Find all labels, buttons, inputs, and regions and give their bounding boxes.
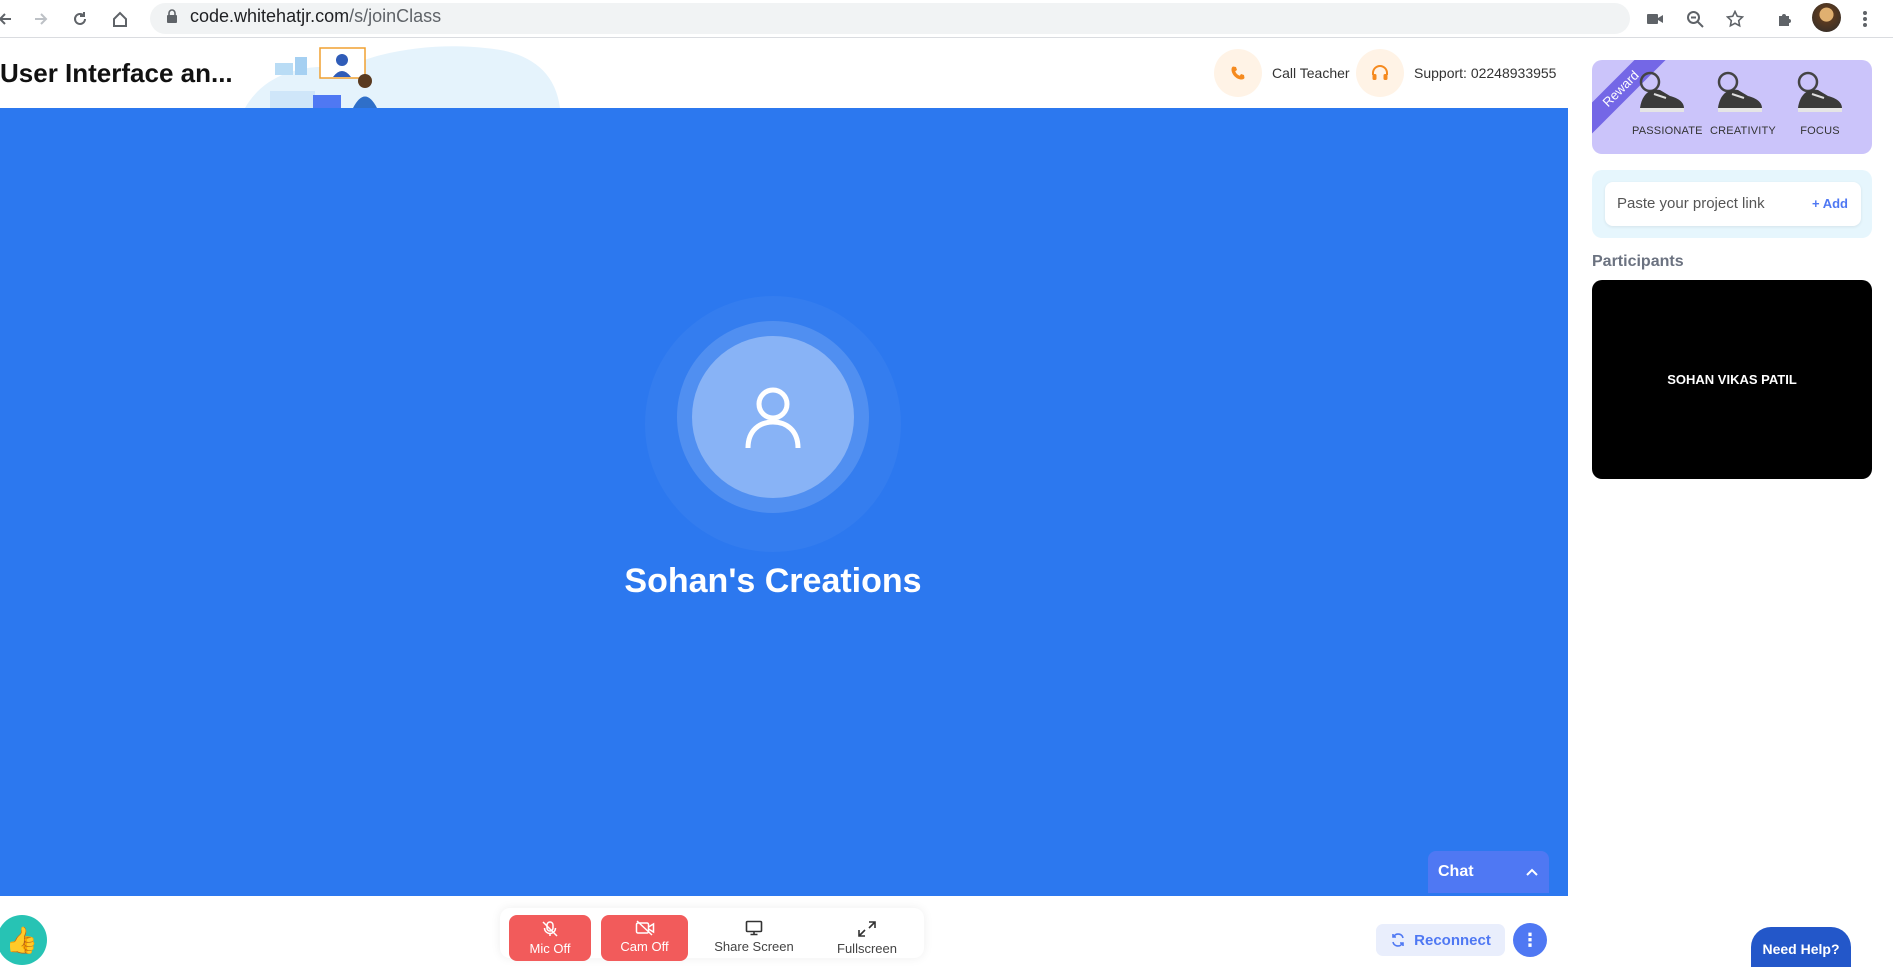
reward-card: Reward PASSIONATE CREATIVITY FOCUS: [1592, 60, 1872, 154]
share-screen-label: Share Screen: [714, 939, 794, 954]
expand-icon: [858, 921, 876, 937]
lock-icon: [167, 9, 177, 23]
forward-icon[interactable]: [28, 6, 54, 32]
camera-off-icon: [635, 920, 654, 936]
monitor-icon: [745, 920, 763, 936]
zoom-icon[interactable]: [1682, 6, 1708, 32]
browser-toolbar: code.whitehatjr.com/s/joinClass: [0, 0, 1893, 38]
bottom-control-bar: [0, 896, 1893, 954]
call-teacher-button[interactable]: Call Teacher: [1214, 49, 1350, 97]
refresh-icon: [1392, 933, 1404, 947]
class-title: User Interface an...: [0, 58, 233, 88]
chevron-up-icon: [1526, 868, 1538, 876]
badge-label: CREATIVITY: [1710, 125, 1776, 137]
badge-creativity[interactable]: CREATIVITY: [1710, 70, 1776, 137]
home-icon[interactable]: [107, 6, 133, 32]
extensions-icon[interactable]: [1772, 6, 1798, 32]
participant-tile[interactable]: SOHAN VIKAS PATIL: [1592, 280, 1872, 479]
user-icon: [745, 387, 801, 449]
reload-icon[interactable]: [67, 6, 93, 32]
mic-toggle-button[interactable]: Mic Off: [509, 915, 591, 961]
reconnect-button[interactable]: Reconnect: [1376, 924, 1505, 956]
camera-icon[interactable]: [1642, 6, 1668, 32]
chat-label: Chat: [1438, 863, 1474, 880]
sneaker-badge-icon: [1639, 71, 1684, 112]
browser-menu-icon[interactable]: [1852, 6, 1878, 32]
add-link-button[interactable]: + Add: [1812, 196, 1848, 211]
fullscreen-button[interactable]: Fullscreen: [832, 915, 902, 961]
presenter-title: Sohan's Creations: [624, 562, 922, 600]
classroom-illustration: [245, 46, 560, 108]
profile-avatar[interactable]: [1812, 3, 1841, 32]
back-icon[interactable]: [0, 6, 18, 32]
mic-off-icon: [542, 921, 558, 937]
more-options-icon[interactable]: ⋮: [1513, 923, 1547, 957]
need-help-button[interactable]: Need Help?: [1751, 927, 1851, 967]
project-link-placeholder: Paste your project link: [1617, 195, 1765, 212]
cam-toggle-button[interactable]: Cam Off: [601, 915, 688, 961]
phone-icon: [1214, 49, 1262, 97]
headphones-icon: [1356, 49, 1404, 97]
sneaker-badge-icon: [1717, 71, 1762, 112]
participants-heading: Participants: [1592, 253, 1684, 270]
badge-label: FOCUS: [1800, 125, 1840, 137]
badge-focus[interactable]: FOCUS: [1790, 70, 1850, 137]
cam-label: Cam Off: [620, 939, 669, 954]
call-teacher-label: Call Teacher: [1272, 65, 1350, 81]
share-screen-button[interactable]: Share Screen: [712, 915, 796, 961]
support-phone-label: Support: 02248933955: [1414, 65, 1557, 81]
participant-name: SOHAN VIKAS PATIL: [1667, 372, 1797, 387]
support-button[interactable]: Support: 02248933955: [1356, 49, 1556, 97]
url-text[interactable]: code.whitehatjr.com/s/joinClass: [190, 6, 441, 27]
badge-label: PASSIONATE: [1632, 125, 1703, 137]
chat-toggle[interactable]: Chat: [1428, 851, 1549, 893]
reconnect-label: Reconnect: [1414, 931, 1491, 949]
sneaker-badge-icon: [1797, 71, 1842, 112]
badge-passionate[interactable]: PASSIONATE: [1632, 70, 1703, 137]
bookmark-star-icon[interactable]: [1722, 6, 1748, 32]
thumbs-up-icon[interactable]: 👍: [0, 915, 47, 965]
